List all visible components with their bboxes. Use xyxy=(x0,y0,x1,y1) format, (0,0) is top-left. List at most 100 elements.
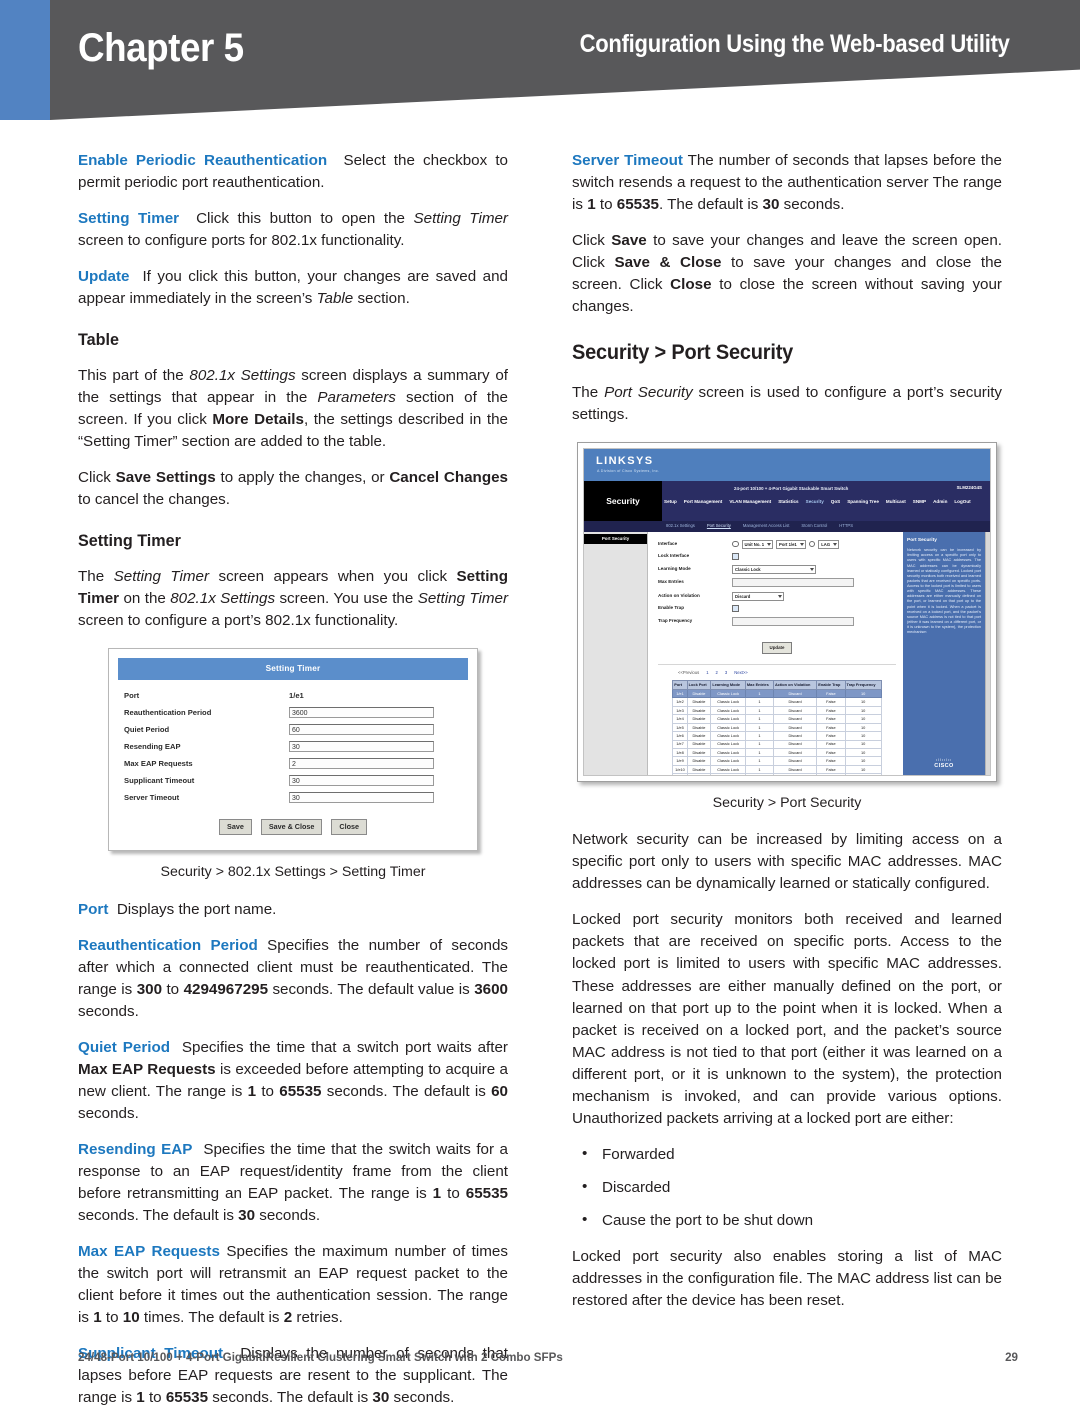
pager-previous[interactable]: <<Previous xyxy=(678,670,699,676)
select-port[interactable]: Port 1/e1 xyxy=(776,539,806,549)
nav-subtabs: 802.1x Settings Port Security Management… xyxy=(584,520,990,532)
scrollbar[interactable] xyxy=(985,531,990,775)
table-row[interactable]: 1/e1 Disable Classic Lock 1 Discard Fals… xyxy=(672,688,882,699)
tab-port-management[interactable]: Port Management xyxy=(684,499,723,506)
term-resending-eap: Resending EAP xyxy=(78,1140,193,1158)
setting-timer-row-quiet-period: Quiet Period 60 xyxy=(124,723,462,737)
table-row[interactable]: 1/e8 Disable Classic Lock 1 Discard Fals… xyxy=(672,747,882,758)
checkbox-lock-interface[interactable] xyxy=(732,553,739,561)
control-learning-mode: Classic Lock xyxy=(732,564,816,574)
radio-lag-icon[interactable] xyxy=(808,540,816,548)
select-unit-no[interactable]: Unit No. 1 xyxy=(741,539,774,549)
tab-security[interactable]: Security xyxy=(806,499,824,506)
update-button[interactable]: Update xyxy=(761,642,793,654)
cell-max-entries: 1 xyxy=(744,747,774,758)
tab-statistics[interactable]: Statistics xyxy=(778,499,798,506)
select-action-on-violation[interactable]: Discard xyxy=(732,591,784,601)
para-click-save-settings: Click Save Settings to apply the changes… xyxy=(78,467,508,511)
input-quiet-period[interactable]: 60 xyxy=(289,724,434,736)
checkbox-enable-trap[interactable] xyxy=(732,605,739,613)
text-save-settings: Save Settings xyxy=(115,468,216,486)
pager-page-1[interactable]: 1 xyxy=(706,670,708,676)
input-resending-eap[interactable]: 30 xyxy=(289,741,434,753)
subtab-management-access-list[interactable]: Management Access List xyxy=(743,523,790,529)
text-quiet-d: to xyxy=(256,1082,280,1100)
save-button[interactable]: Save xyxy=(219,818,252,836)
tab-logout[interactable]: LogOut xyxy=(954,499,970,506)
pager-page-2[interactable]: 2 xyxy=(716,670,718,676)
cell-lock-port: Disable xyxy=(686,722,712,733)
text-setting-timer-b: screen to configure ports for 802.1x fun… xyxy=(78,232,405,250)
select-lag[interactable]: LAG xyxy=(818,539,840,549)
table-row[interactable]: 1/e4 Disable Classic Lock 1 Discard Fals… xyxy=(672,714,882,724)
text-st-a: The xyxy=(78,567,114,585)
figure-setting-timer: Setting Timer Port 1/e1 Reauthentication… xyxy=(78,647,508,883)
control-interface: Unit No. 1 Port 1/e1 LAG xyxy=(732,539,840,549)
save-and-close-button[interactable]: Save & Close xyxy=(260,818,323,836)
tab-vlan-management[interactable]: VLAN Management xyxy=(729,499,771,506)
cell-enable-trap: False xyxy=(816,756,846,766)
text-update-italic: Table xyxy=(316,290,354,308)
input-supplicant-timeout[interactable]: 30 xyxy=(289,775,434,787)
setting-timer-row-server-timeout: Server Timeout 30 xyxy=(124,791,462,805)
port-security-navbar: Security 24-port 10/100 + 4-Port Gigabit… xyxy=(584,480,990,521)
term-quiet-period: Quiet Period xyxy=(78,1038,171,1056)
para-server-timeout: Server Timeout The number of seconds tha… xyxy=(572,150,1002,216)
tab-spanning-tree[interactable]: Spanning Tree xyxy=(847,499,879,506)
input-server-timeout[interactable]: 30 xyxy=(289,792,434,804)
device-model-name: 24-port 10/100 + 4-Port Gigabit Stackabl… xyxy=(734,485,849,491)
close-button[interactable]: Close xyxy=(331,818,367,836)
tab-admin[interactable]: Admin xyxy=(933,499,947,506)
table-row[interactable]: 1/e7 Disable Classic Lock 1 Discard Fals… xyxy=(672,739,882,749)
subtab-802-1x-settings[interactable]: 802.1x Settings xyxy=(666,523,695,529)
cell-action: Discard xyxy=(772,705,818,716)
subtab-storm-control[interactable]: Storm Control xyxy=(801,523,827,529)
input-trap-frequency[interactable] xyxy=(732,616,854,626)
cell-action: Discard xyxy=(772,731,818,741)
cell-learning-mode: Classic Lock xyxy=(710,705,746,716)
label-resending-eap: Resending EAP xyxy=(124,742,181,752)
text-setting-timer-a: Click this button to open the xyxy=(196,210,414,228)
text-save-close-btn: Save & Close xyxy=(614,254,722,272)
cell-enable-trap: False xyxy=(816,697,846,707)
text-port: Displays the port name. xyxy=(116,900,277,918)
subtab-https[interactable]: HTTPS xyxy=(839,523,853,529)
input-max-entries[interactable] xyxy=(732,578,854,588)
input-max-eap-requests[interactable]: 2 xyxy=(289,758,434,770)
cell-port: 1/e3 xyxy=(672,705,688,716)
list-item: Discarded xyxy=(582,1176,1002,1199)
text-more-details: More Details xyxy=(212,410,304,428)
para-enable-periodic: Enable Periodic Reauthentication Select … xyxy=(78,150,508,194)
cell-action: Discard xyxy=(772,739,818,749)
subtab-port-security[interactable]: Port Security xyxy=(707,523,731,529)
setting-timer-row-resending-eap: Resending EAP 30 xyxy=(124,740,462,754)
control-enable-trap xyxy=(732,605,739,613)
table-row[interactable]: 1/e9 Disable Classic Lock 1 Discard Fals… xyxy=(672,756,882,766)
table-row[interactable]: 1/e10 Disable Classic Lock 1 Discard Fal… xyxy=(672,764,882,775)
input-reauthentication-period[interactable]: 3600 xyxy=(289,707,434,719)
label-learning-mode: Learning Mode xyxy=(658,565,691,571)
table-row[interactable]: 1/e5 Disable Classic Lock 1 Discard Fals… xyxy=(672,722,882,733)
cell-enable-trap: False xyxy=(816,705,846,716)
cell-lock-port: Disable xyxy=(686,688,712,699)
text-reauth-max: 4294967295 xyxy=(183,980,269,998)
left-nav-item-port-security[interactable]: Port Security xyxy=(584,533,647,545)
table-row[interactable]: 1/e3 Disable Classic Lock 1 Discard Fals… xyxy=(672,705,882,716)
radio-unit-icon[interactable] xyxy=(732,540,739,548)
pager-next[interactable]: Next>> xyxy=(734,670,748,676)
cell-trap-frequency: 10 xyxy=(844,722,882,733)
tab-qos[interactable]: QoS xyxy=(831,499,840,506)
tab-setup[interactable]: Setup xyxy=(664,499,677,506)
form-row-max-entries: Max Entries xyxy=(658,578,896,588)
table-row[interactable]: 1/e6 Disable Classic Lock 1 Discard Fals… xyxy=(672,731,882,741)
setting-timer-row-reauth-period: Reauthentication Period 3600 xyxy=(124,706,462,720)
text-cancel-changes: Cancel Changes xyxy=(389,468,508,486)
table-row[interactable]: 1/e11 Disable Classic Lock 1 Discard Fal… xyxy=(672,773,882,775)
text-server-max: 65535 xyxy=(616,196,659,214)
tab-snmp[interactable]: SNMP xyxy=(913,499,926,506)
pager-page-3[interactable]: 3 xyxy=(725,670,727,676)
tab-multicast[interactable]: Multicast xyxy=(886,499,906,506)
th-learning-mode: Learning Mode xyxy=(710,679,746,690)
table-row[interactable]: 1/e2 Disable Classic Lock 1 Discard Fals… xyxy=(672,697,882,707)
select-learning-mode[interactable]: Classic Lock xyxy=(732,564,816,574)
